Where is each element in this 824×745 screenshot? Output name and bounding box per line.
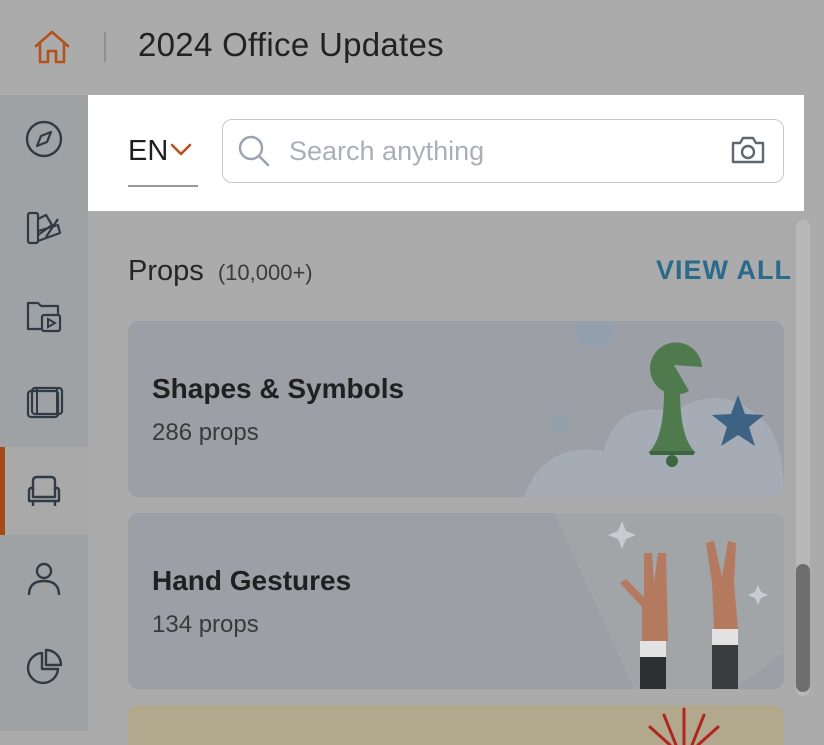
armchair-icon	[27, 475, 61, 506]
chevron-down-icon	[170, 143, 192, 156]
top-bar: 2024 Office Updates	[0, 0, 824, 95]
pie-chart-icon	[26, 648, 63, 685]
card-count: 286 props	[152, 419, 259, 446]
media-folder-icon	[26, 301, 62, 333]
language-code: EN	[128, 135, 169, 167]
view-all-link[interactable]: VIEW ALL	[656, 255, 792, 286]
camera-icon[interactable]	[729, 134, 767, 166]
rail-item-design[interactable]	[0, 183, 88, 271]
search-header: EN	[88, 95, 804, 211]
content-area: Props (10,000+) VIEW ALL Shapes & Symbol…	[88, 211, 824, 745]
search-icon	[238, 135, 270, 167]
film-frames-icon	[26, 386, 64, 419]
home-icon[interactable]	[32, 28, 72, 66]
search-input[interactable]	[287, 132, 711, 170]
scrollbar-thumb[interactable]	[796, 564, 810, 692]
rail-item-media[interactable]	[0, 271, 88, 359]
hand-gestures-illustration	[554, 513, 784, 689]
section-count: (10,000+)	[217, 260, 313, 285]
document-title[interactable]: 2024 Office Updates	[138, 26, 444, 64]
search-box[interactable]	[222, 119, 784, 183]
rail-item-explore[interactable]	[0, 95, 88, 183]
rail-item-props[interactable]	[0, 447, 88, 535]
left-rail	[0, 95, 88, 731]
language-selector[interactable]: EN	[128, 135, 198, 187]
design-palette-icon	[26, 211, 62, 245]
category-card-hand-gestures[interactable]: Hand Gestures 134 props	[128, 513, 784, 689]
compass-icon	[25, 120, 63, 158]
section-heading: Props (10,000+)	[128, 255, 313, 288]
category-card-partial[interactable]	[128, 705, 784, 745]
vertical-scrollbar[interactable]	[796, 220, 810, 696]
header-divider	[104, 32, 106, 62]
fireworks-illustration	[648, 707, 720, 745]
section-title: Props	[128, 255, 204, 287]
person-icon	[27, 562, 61, 596]
shapes-illustration	[524, 321, 784, 497]
rail-item-charts[interactable]	[0, 623, 88, 711]
rail-item-scenes[interactable]	[0, 359, 88, 447]
card-title: Shapes & Symbols	[152, 373, 405, 404]
rail-item-characters[interactable]	[0, 535, 88, 623]
category-card-shapes[interactable]: Shapes & Symbols 286 props	[128, 321, 784, 497]
card-title: Hand Gestures	[152, 565, 352, 596]
card-count: 134 props	[152, 611, 259, 638]
